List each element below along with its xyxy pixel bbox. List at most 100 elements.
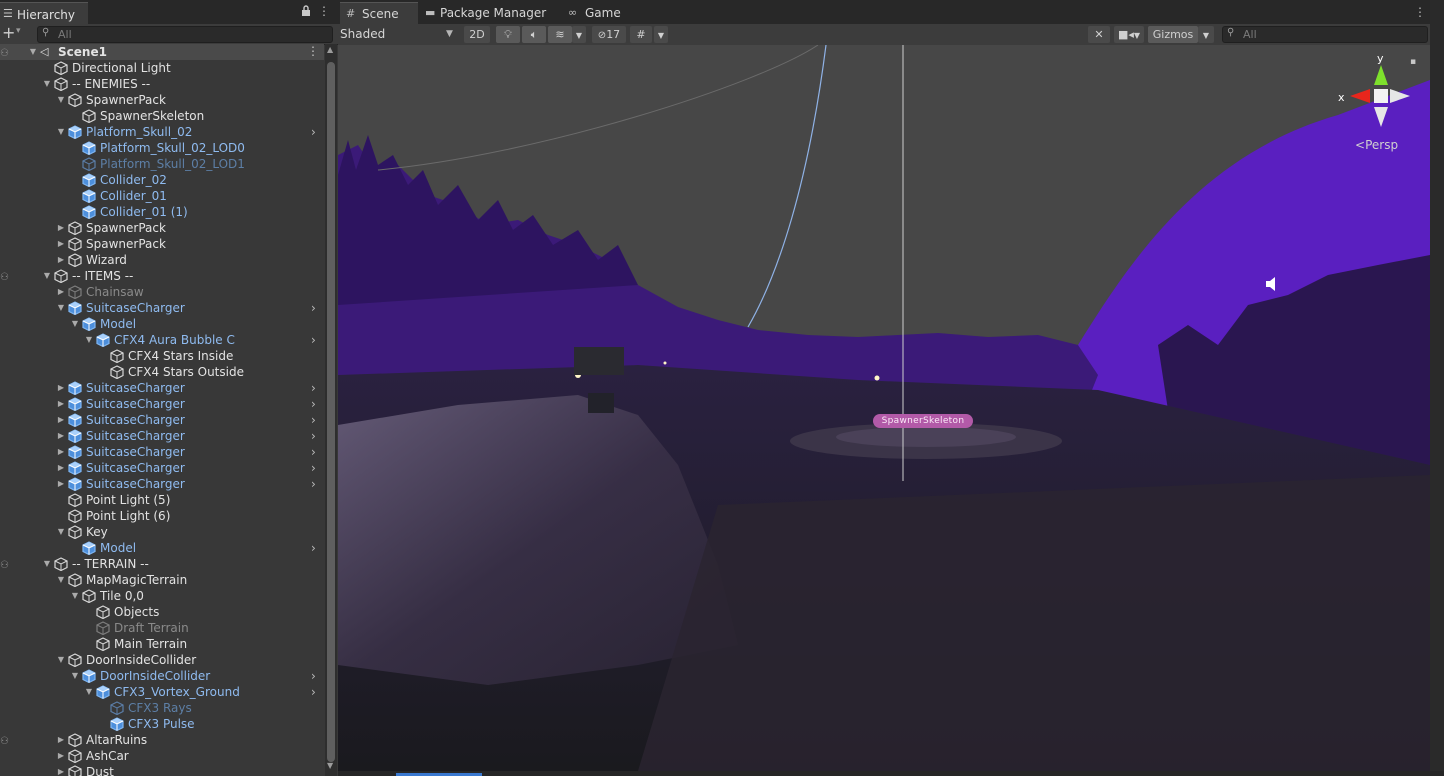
hierarchy-row[interactable]: ▶ Wizard [0, 252, 324, 268]
scene-menu-icon[interactable]: ⋮ [307, 44, 319, 58]
collapsed-arrow-icon[interactable]: ▶ [56, 477, 66, 491]
hierarchy-row[interactable]: ▶ AltarRuins [0, 732, 324, 748]
hierarchy-row[interactable]: ▼ Key [0, 524, 324, 540]
hierarchy-row[interactable]: ▶ SpawnerPack [0, 220, 324, 236]
hierarchy-row[interactable]: ▶ SuitcaseCharger › [0, 460, 324, 476]
expanded-arrow-icon[interactable]: ▼ [56, 653, 66, 667]
hierarchy-row[interactable]: SpawnerSkeleton [0, 108, 324, 124]
collapsed-arrow-icon[interactable]: ▶ [56, 733, 66, 747]
hierarchy-row[interactable]: ▼ DoorInsideCollider › [0, 668, 324, 684]
hierarchy-row[interactable]: ▶ SpawnerPack [0, 236, 324, 252]
scroll-down-icon[interactable]: ▼ [327, 761, 333, 770]
open-prefab-chevron-icon[interactable]: › [311, 332, 316, 348]
collapsed-arrow-icon[interactable]: ▶ [56, 253, 66, 267]
open-prefab-chevron-icon[interactable]: › [311, 684, 316, 700]
hierarchy-tab[interactable]: ☰ Hierarchy [0, 2, 88, 25]
hierarchy-row[interactable]: CFX3 Pulse [0, 716, 324, 732]
hierarchy-row[interactable]: ▶ Chainsaw [0, 284, 324, 300]
hierarchy-row[interactable]: ▼ DoorInsideCollider [0, 652, 324, 668]
hierarchy-row[interactable]: ▶ SuitcaseCharger › [0, 444, 324, 460]
hierarchy-row[interactable]: CFX4 Stars Outside [0, 364, 324, 380]
collapsed-arrow-icon[interactable]: ▶ [56, 461, 66, 475]
collapsed-arrow-icon[interactable]: ▶ [56, 445, 66, 459]
tab-game[interactable]: ∞ Game [566, 2, 626, 24]
open-prefab-chevron-icon[interactable]: › [311, 300, 316, 316]
gizmos-dropdown-button[interactable]: ▼ [1198, 26, 1214, 43]
hierarchy-row[interactable]: Directional Light [0, 60, 324, 76]
visibility-icon[interactable]: ⚇ [0, 48, 9, 59]
car-object[interactable] [574, 347, 624, 375]
hierarchy-row[interactable]: Point Light (6) [0, 508, 324, 524]
hierarchy-row[interactable]: Model › [0, 540, 324, 556]
expanded-arrow-icon[interactable]: ▼ [42, 77, 52, 91]
expanded-arrow-icon[interactable]: ▼ [28, 45, 38, 59]
collapsed-arrow-icon[interactable]: ▶ [56, 285, 66, 299]
expanded-arrow-icon[interactable]: ▼ [70, 317, 80, 331]
hierarchy-row[interactable]: ▼ -- ITEMS -- [0, 268, 324, 284]
collapsed-arrow-icon[interactable]: ▶ [56, 429, 66, 443]
viewport-lock-icon[interactable]: ▪ [1410, 57, 1416, 67]
expanded-arrow-icon[interactable]: ▼ [56, 125, 66, 139]
hierarchy-row[interactable]: Main Terrain [0, 636, 324, 652]
open-prefab-chevron-icon[interactable]: › [311, 380, 316, 396]
expanded-arrow-icon[interactable]: ▼ [56, 525, 66, 539]
open-prefab-chevron-icon[interactable]: › [311, 396, 316, 412]
point-light-gizmo[interactable] [874, 375, 880, 381]
open-prefab-chevron-icon[interactable]: › [311, 540, 316, 556]
expanded-arrow-icon[interactable]: ▼ [56, 93, 66, 107]
hierarchy-row[interactable]: ▼ CFX4 Aura Bubble C › [0, 332, 324, 348]
hierarchy-row[interactable]: ▼ CFX3_Vortex_Ground › [0, 684, 324, 700]
visibility-icon[interactable]: ⚇ [0, 272, 9, 283]
tab-scene[interactable]: # Scene [340, 2, 418, 25]
grid-toggle-button[interactable]: # [630, 26, 652, 43]
audio-toggle-button[interactable]: 🔈︎ [522, 26, 546, 43]
point-light-gizmo[interactable] [663, 361, 667, 365]
camera-settings-button[interactable]: ■◂▼ [1114, 26, 1144, 43]
2d-toggle-button[interactable]: 2D [464, 26, 490, 43]
collapsed-arrow-icon[interactable]: ▶ [56, 749, 66, 763]
add-icon[interactable]: + [2, 23, 15, 42]
hierarchy-row[interactable]: ▼ -- TERRAIN -- [0, 556, 324, 572]
hierarchy-row[interactable]: ▼ SuitcaseCharger › [0, 300, 324, 316]
hierarchy-row[interactable]: ▼ Platform_Skull_02 › [0, 124, 324, 140]
hierarchy-scrollbar-thumb[interactable] [327, 62, 335, 762]
hierarchy-row[interactable]: ▼ MapMagicTerrain [0, 572, 324, 588]
expanded-arrow-icon[interactable]: ▼ [70, 589, 80, 603]
hierarchy-search-input[interactable]: ⚲ All [37, 26, 333, 43]
hierarchy-row[interactable]: ▶ SuitcaseCharger › [0, 412, 324, 428]
collapsed-arrow-icon[interactable]: ▶ [56, 221, 66, 235]
hierarchy-row[interactable]: Platform_Skull_02_LOD1 [0, 156, 324, 172]
open-prefab-chevron-icon[interactable]: › [311, 444, 316, 460]
shading-mode-dropdown[interactable]: Shaded ▼ [340, 26, 456, 43]
hierarchy-row[interactable]: Collider_01 [0, 188, 324, 204]
scene-search-input[interactable]: ⚲ All [1222, 26, 1428, 43]
expanded-arrow-icon[interactable]: ▼ [84, 685, 94, 699]
hierarchy-row[interactable]: ▼ Tile 0,0 [0, 588, 324, 604]
gizmo-center-cube[interactable] [1374, 89, 1388, 103]
tools-button[interactable]: ✕ [1088, 26, 1110, 43]
hierarchy-row[interactable]: CFX3 Rays [0, 700, 324, 716]
scene-viewport[interactable]: x y <Persp ▪ SpawnerSkeleton [338, 45, 1430, 771]
hierarchy-row[interactable]: Collider_01 (1) [0, 204, 324, 220]
visibility-icon[interactable]: ⚇ [0, 560, 9, 571]
open-prefab-chevron-icon[interactable]: › [311, 460, 316, 476]
collapsed-arrow-icon[interactable]: ▶ [56, 397, 66, 411]
dropdown-arrow-icon[interactable]: ▾ [16, 26, 21, 36]
collapsed-arrow-icon[interactable]: ▶ [56, 765, 66, 776]
expanded-arrow-icon[interactable]: ▼ [42, 557, 52, 571]
grid-dropdown-button[interactable]: ▼ [654, 26, 668, 43]
expanded-arrow-icon[interactable]: ▼ [56, 573, 66, 587]
visibility-icon[interactable]: ⚇ [0, 736, 9, 747]
open-prefab-chevron-icon[interactable]: › [311, 124, 316, 140]
hierarchy-row[interactable]: CFX4 Stars Inside [0, 348, 324, 364]
expanded-arrow-icon[interactable]: ▼ [70, 669, 80, 683]
hierarchy-row[interactable]: ▶ SuitcaseCharger › [0, 380, 324, 396]
hierarchy-row[interactable]: Platform_Skull_02_LOD0 [0, 140, 324, 156]
hierarchy-row[interactable]: ▶ SuitcaseCharger › [0, 428, 324, 444]
hierarchy-row[interactable]: ▶ SuitcaseCharger › [0, 476, 324, 492]
car-object[interactable] [588, 393, 614, 413]
hierarchy-row[interactable]: ▼ Model [0, 316, 324, 332]
expanded-arrow-icon[interactable]: ▼ [56, 301, 66, 315]
projection-toggle[interactable]: <Persp [1355, 138, 1398, 152]
expanded-arrow-icon[interactable]: ▼ [42, 269, 52, 283]
